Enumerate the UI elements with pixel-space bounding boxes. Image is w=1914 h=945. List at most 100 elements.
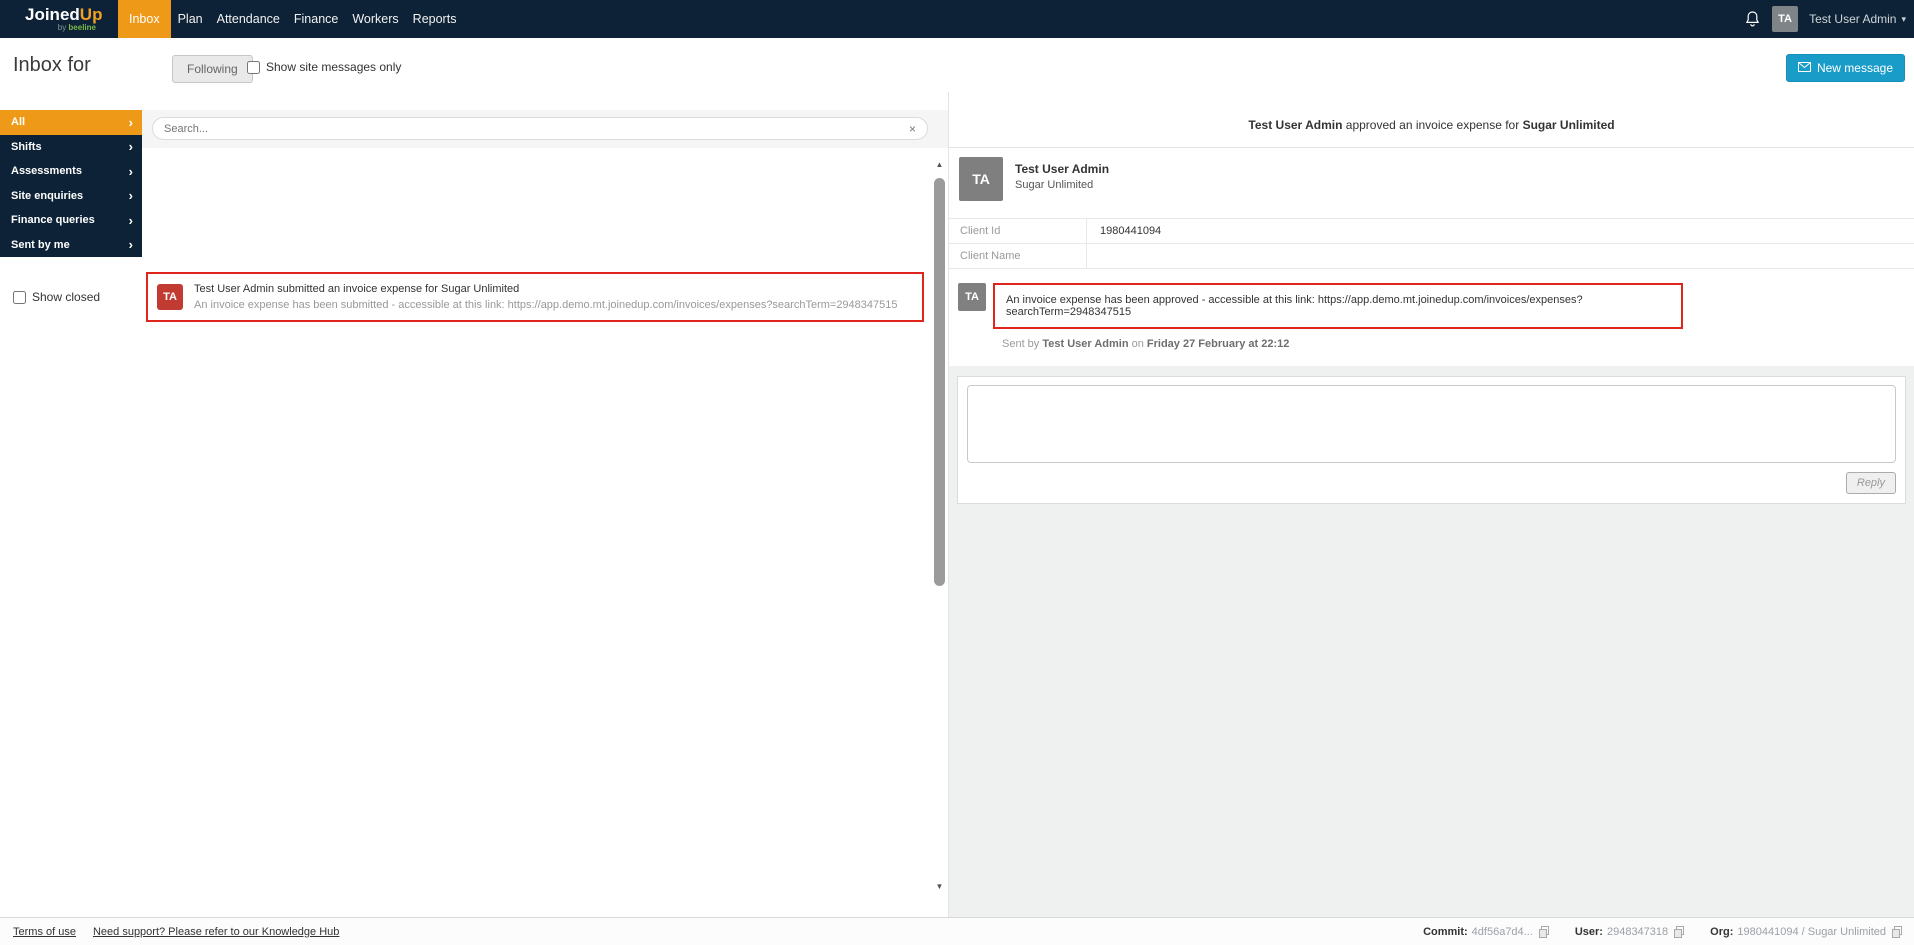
sidebar-item-site-enquiries[interactable]: Site enquiries ›: [0, 184, 142, 209]
conversation-title-org: Sugar Unlimited: [1522, 118, 1615, 132]
chevron-right-icon: ›: [128, 139, 133, 155]
notifications-bell-icon[interactable]: [1744, 10, 1761, 28]
sent-date: Friday 27 February at 22:12: [1146, 338, 1290, 350]
message-list-item[interactable]: TA Test User Admin submitted an invoice …: [146, 272, 924, 322]
sent-sender-name: Test User Admin: [1042, 338, 1129, 350]
message-list-panel: × TA Test User Admin submitted an invoic…: [142, 110, 948, 905]
conversation-title-action: approved an invoice expense for: [1342, 118, 1523, 132]
sidebar-item-label: Sent by me: [11, 238, 70, 251]
new-message-button[interactable]: New message: [1785, 54, 1905, 82]
show-closed-toggle[interactable]: Show closed: [13, 290, 100, 304]
user-value: 2948347318: [1606, 925, 1669, 938]
user-menu[interactable]: Test User Admin ▾: [1809, 12, 1906, 26]
conversation-title-sender: Test User Admin: [1248, 118, 1343, 132]
nav-item-plan[interactable]: Plan: [171, 0, 210, 38]
nav-item-finance[interactable]: Finance: [287, 0, 345, 38]
sender-org: Sugar Unlimited: [1015, 179, 1094, 191]
sent-on: on: [1128, 338, 1147, 350]
copy-icon[interactable]: [1538, 925, 1549, 938]
message-detail-content: Test User Admin approved an invoice expe…: [949, 92, 1914, 366]
sidebar-item-shifts[interactable]: Shifts ›: [0, 135, 142, 160]
chevron-down-icon: ▾: [1901, 13, 1906, 24]
page-title: Inbox for: [13, 54, 91, 76]
show-site-messages-checkbox[interactable]: [247, 60, 260, 74]
sender-texts: Test User Admin Sugar Unlimited: [1015, 157, 1109, 201]
org-value: 1980441094 / Sugar Unlimited: [1737, 925, 1886, 938]
top-navbar: JoinedUp by beeline Inbox Plan Attendanc…: [0, 0, 1914, 38]
logo-up: Up: [79, 5, 103, 24]
show-closed-label: Show closed: [32, 290, 101, 304]
reply-actions: Reply: [967, 463, 1896, 494]
scrollbar-thumb[interactable]: [934, 178, 945, 586]
logo-joined: Joined: [25, 5, 80, 24]
page-header: Inbox for Following Show site messages o…: [0, 38, 1914, 92]
list-scrollbar[interactable]: ▲ ▼: [932, 160, 947, 891]
clear-search-icon[interactable]: ×: [909, 123, 916, 135]
chevron-right-icon: ›: [128, 188, 133, 204]
logo-beeline: beeline: [68, 23, 96, 32]
user-avatar[interactable]: TA: [1772, 6, 1799, 32]
logo-text: JoinedUp: [25, 6, 118, 23]
chevron-right-icon: ›: [128, 114, 133, 130]
scroll-down-icon[interactable]: ▼: [932, 882, 947, 891]
copy-icon[interactable]: [1674, 925, 1685, 938]
message-list: TA Test User Admin submitted an invoice …: [142, 148, 948, 905]
joinedup-logo: JoinedUp by beeline: [0, 0, 118, 38]
sidebar-item-all[interactable]: All ›: [0, 110, 142, 135]
user-label: User:: [1574, 925, 1603, 938]
sidebar-item-finance-queries[interactable]: Finance queries ›: [0, 208, 142, 233]
sidebar-item-sent-by-me[interactable]: Sent by me ›: [0, 233, 142, 258]
search-input[interactable]: [164, 122, 909, 135]
navbar-right: TA Test User Admin ▾: [1744, 0, 1914, 38]
message-avatar: TA: [958, 283, 986, 311]
sidebar-item-label: Shifts: [11, 140, 42, 153]
search-row: ×: [142, 110, 948, 148]
message-snippet: An invoice expense has been submitted - …: [194, 298, 898, 311]
sidebar-item-label: Assessments: [11, 165, 82, 178]
search-field: ×: [152, 117, 928, 140]
sidebar-item-assessments[interactable]: Assessments ›: [0, 159, 142, 184]
chevron-right-icon: ›: [128, 237, 133, 253]
copy-icon[interactable]: [1892, 925, 1902, 938]
footer-links: Terms of use Need support? Please refer …: [0, 926, 339, 938]
field-value: 1980441094: [1100, 225, 1162, 237]
footer: Terms of use Need support? Please refer …: [0, 917, 1914, 945]
sidebar-item-label: Finance queries: [11, 214, 95, 227]
footer-meta: Commit: 4df56a7d4... User: 2948347318 Or…: [1423, 925, 1914, 938]
nav-item-attendance[interactable]: Attendance: [210, 0, 287, 38]
sent-prefix: Sent by: [1002, 338, 1043, 350]
message-bubble: An invoice expense has been approved - a…: [993, 283, 1683, 329]
conversation-title: Test User Admin approved an invoice expe…: [949, 92, 1914, 147]
following-button[interactable]: Following: [172, 55, 253, 83]
nav-item-reports[interactable]: Reports: [406, 0, 464, 38]
chevron-right-icon: ›: [128, 163, 133, 179]
sent-info: Sent by Test User Admin on Friday 27 Feb…: [949, 329, 1914, 366]
org-label: Org:: [1710, 925, 1734, 938]
primary-nav: Inbox Plan Attendance Finance Workers Re…: [118, 0, 463, 38]
envelope-icon: [1797, 61, 1811, 75]
message-title: Test User Admin submitted an invoice exp…: [194, 282, 520, 295]
scroll-up-icon[interactable]: ▲: [932, 160, 947, 169]
show-site-messages-label: Show site messages only: [266, 60, 402, 74]
nav-item-workers[interactable]: Workers: [345, 0, 405, 38]
sender-avatar: TA: [157, 284, 183, 310]
sender-name: Test User Admin: [1015, 162, 1110, 176]
nav-item-inbox[interactable]: Inbox: [118, 0, 171, 38]
commit-value: 4df56a7d4...: [1471, 925, 1533, 938]
message-bubble-row: TA An invoice expense has been approved …: [949, 269, 1914, 329]
knowledge-hub-link[interactable]: Need support? Please refer to our Knowle…: [93, 926, 339, 938]
app-root: JoinedUp by beeline Inbox Plan Attendanc…: [0, 0, 1914, 945]
show-closed-checkbox[interactable]: [13, 290, 26, 304]
terms-of-use-link[interactable]: Terms of use: [13, 926, 76, 938]
sidebar-item-label: Site enquiries: [11, 189, 84, 202]
user-info: User: 2948347318: [1574, 925, 1685, 938]
client-fields-table: Client Id 1980441094 Client Name: [949, 218, 1914, 269]
sender-avatar: TA: [959, 157, 1003, 201]
user-name: Test User Admin: [1809, 12, 1897, 26]
commit-label: Commit:: [1423, 925, 1468, 938]
commit-info: Commit: 4df56a7d4...: [1423, 925, 1549, 938]
field-row-client-name: Client Name: [949, 244, 1914, 269]
reply-button[interactable]: Reply: [1845, 472, 1896, 494]
show-site-messages-toggle[interactable]: Show site messages only: [247, 60, 401, 74]
reply-textarea[interactable]: [967, 385, 1896, 463]
